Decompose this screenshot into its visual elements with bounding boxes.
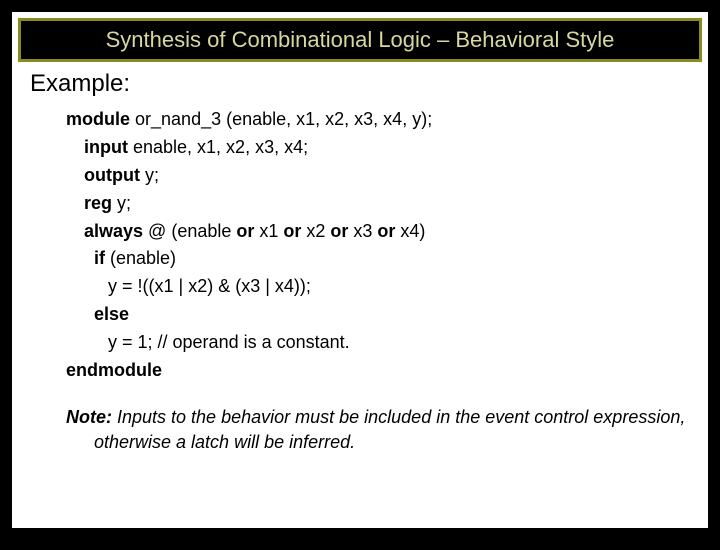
code-text: y = 1; // operand is a constant. xyxy=(108,332,350,352)
code-line: reg y; xyxy=(66,190,690,218)
keyword-or: or xyxy=(330,221,348,241)
code-text: y; xyxy=(112,193,131,213)
example-heading: Example: xyxy=(30,70,690,98)
keyword-always: always xyxy=(84,221,143,241)
note-body: Inputs to the behavior must be included … xyxy=(94,407,685,452)
code-text: y; xyxy=(140,165,159,185)
code-line: y = !((x1 | x2) & (x3 | x4)); xyxy=(66,273,690,301)
code-line: endmodule xyxy=(66,357,690,385)
note-paragraph: Note: Inputs to the behavior must be inc… xyxy=(66,405,690,455)
code-line: input enable, x1, x2, x3, x4; xyxy=(66,134,690,162)
code-line: output y; xyxy=(66,162,690,190)
code-line: y = 1; // operand is a constant. xyxy=(66,329,690,357)
slide-title: Synthesis of Combinational Logic – Behav… xyxy=(106,27,615,52)
code-text: x1 xyxy=(254,221,283,241)
code-text: x2 xyxy=(301,221,330,241)
keyword-module: module xyxy=(66,109,130,129)
keyword-else: else xyxy=(94,304,129,324)
code-text: @ (enable xyxy=(143,221,236,241)
note-label: Note: xyxy=(66,407,112,427)
keyword-or: or xyxy=(377,221,395,241)
keyword-input: input xyxy=(84,137,128,157)
code-text: x3 xyxy=(348,221,377,241)
code-text: (enable) xyxy=(105,248,176,268)
keyword-reg: reg xyxy=(84,193,112,213)
keyword-or: or xyxy=(283,221,301,241)
keyword-or: or xyxy=(236,221,254,241)
code-block: module or_nand_3 (enable, x1, x2, x3, x4… xyxy=(66,106,690,385)
code-line: module or_nand_3 (enable, x1, x2, x3, x4… xyxy=(66,106,690,134)
keyword-output: output xyxy=(84,165,140,185)
title-bar: Synthesis of Combinational Logic – Behav… xyxy=(18,18,702,62)
slide-content: Example: module or_nand_3 (enable, x1, x… xyxy=(12,62,708,528)
code-text: enable, x1, x2, x3, x4; xyxy=(128,137,308,157)
slide: Synthesis of Combinational Logic – Behav… xyxy=(10,10,710,530)
code-line: else xyxy=(66,301,690,329)
code-text: y = !((x1 | x2) & (x3 | x4)); xyxy=(108,276,311,296)
code-line: if (enable) xyxy=(66,245,690,273)
code-text: x4) xyxy=(395,221,425,241)
keyword-endmodule: endmodule xyxy=(66,360,162,380)
code-line: always @ (enable or x1 or x2 or x3 or x4… xyxy=(66,218,690,246)
keyword-if: if xyxy=(94,248,105,268)
code-text: or_nand_3 (enable, x1, x2, x3, x4, y); xyxy=(130,109,432,129)
